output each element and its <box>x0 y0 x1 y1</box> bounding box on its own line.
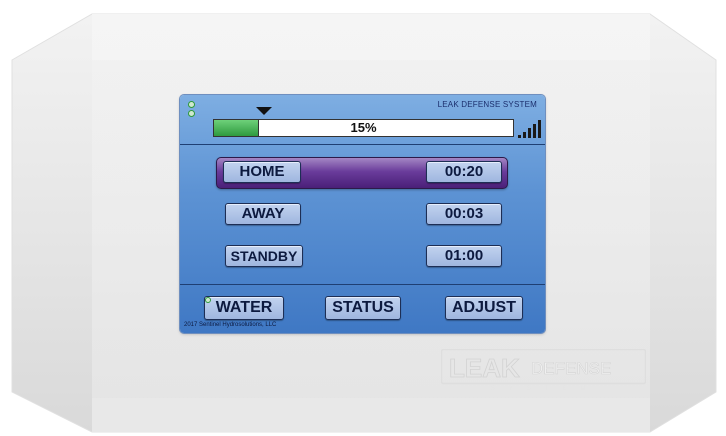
water-indicator-icon <box>205 297 211 303</box>
status-led-icon <box>188 101 195 108</box>
logo-sub: SYSTEM <box>491 386 600 392</box>
away-time-button[interactable]: 00:03 <box>426 203 502 225</box>
logo-word-defense: DEFENSE <box>531 359 611 378</box>
standby-mode-button[interactable]: STANDBY <box>225 245 303 267</box>
pointer-triangle-icon <box>256 107 272 115</box>
status-button[interactable]: STATUS <box>325 296 401 320</box>
touch-screen: LEAK DEFENSE SYSTEM 15% HOME 00:20 AWAY … <box>180 95 545 333</box>
progress-text: 15% <box>350 120 377 135</box>
home-mode-button[interactable]: HOME <box>223 161 301 183</box>
standby-time-button[interactable]: 01:00 <box>426 245 502 267</box>
logo-word-leak: LEAK <box>449 353 520 383</box>
signal-strength-icon <box>516 120 542 138</box>
away-mode-button[interactable]: AWAY <box>225 203 301 225</box>
status-led-icon <box>188 110 195 117</box>
leak-defense-logo: LEAK DEFENSE SYSTEM <box>441 349 646 392</box>
bottom-divider <box>180 284 545 285</box>
copyright-text: 2017 Sentinel Hydrosolutions, LLC <box>184 322 277 328</box>
water-button[interactable]: WATER <box>204 296 284 320</box>
top-divider <box>180 144 545 145</box>
progress-bar: 15% <box>213 119 514 137</box>
system-label: LEAK DEFENSE SYSTEM <box>437 100 537 109</box>
adjust-button[interactable]: ADJUST <box>445 296 523 320</box>
home-time-button[interactable]: 00:20 <box>426 161 502 183</box>
